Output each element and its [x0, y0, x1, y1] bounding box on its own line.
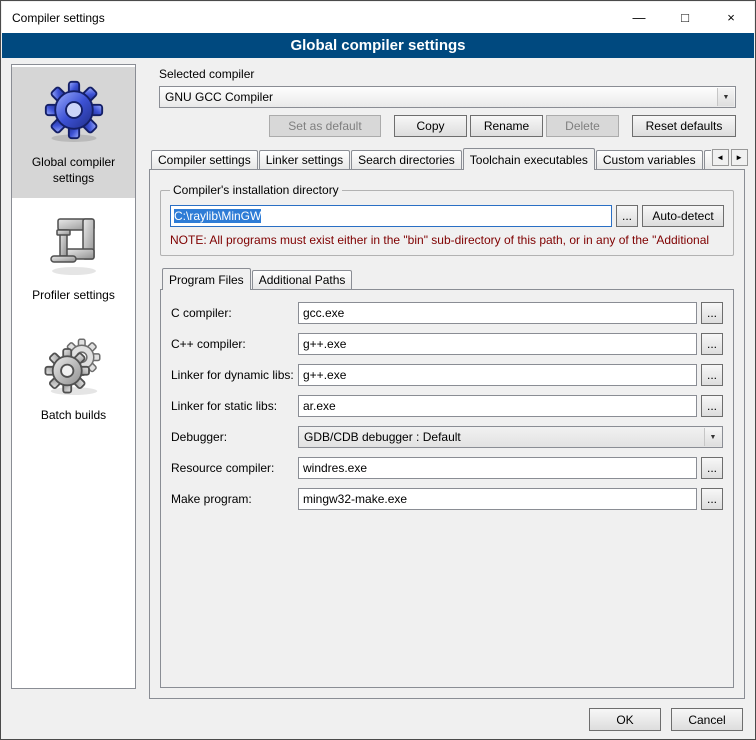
- selected-compiler-label: Selected compiler: [159, 67, 745, 81]
- selected-compiler-dropdown[interactable]: GNU GCC Compiler ▼: [159, 86, 736, 108]
- ok-button[interactable]: OK: [589, 708, 661, 731]
- rename-button[interactable]: Rename: [470, 115, 543, 137]
- tab-program-files[interactable]: Program Files: [162, 268, 251, 290]
- installation-directory-row: C:\raylib\MinGW ... Auto-detect: [170, 205, 724, 227]
- maximize-button[interactable]: □: [662, 2, 708, 33]
- browse-cpp-compiler-button[interactable]: ...: [701, 333, 723, 355]
- auto-detect-button[interactable]: Auto-detect: [642, 205, 724, 227]
- chevron-down-icon: ▼: [717, 88, 734, 106]
- compiler-settings-dialog: Compiler settings — □ × Global compiler …: [0, 0, 756, 740]
- tab-scroll-buttons: ◄ ►: [712, 149, 748, 166]
- sidebar-item-label: Batch builds: [41, 408, 106, 424]
- c-compiler-input[interactable]: [298, 302, 697, 324]
- make-program-label: Make program:: [171, 492, 298, 506]
- static-linker-input[interactable]: [298, 395, 697, 417]
- browse-resource-compiler-button[interactable]: ...: [701, 457, 723, 479]
- tab-compiler-settings[interactable]: Compiler settings: [151, 150, 258, 169]
- cpp-compiler-input[interactable]: [298, 333, 697, 355]
- caption-buttons: — □ ×: [616, 2, 754, 33]
- copy-button[interactable]: Copy: [394, 115, 467, 137]
- reset-defaults-button[interactable]: Reset defaults: [632, 115, 736, 137]
- banner-title: Global compiler settings: [290, 37, 465, 54]
- program-files-panel: C compiler: ... C++ compiler: ... Linker…: [160, 289, 734, 688]
- sidebar-item-label: Profiler settings: [32, 288, 115, 304]
- titlebar[interactable]: Compiler settings — □ ×: [2, 2, 754, 33]
- resource-compiler-row: Resource compiler: ...: [171, 457, 723, 479]
- selected-compiler-value: GNU GCC Compiler: [165, 90, 273, 104]
- programs-tabstrip: Program Files Additional Paths: [160, 269, 734, 290]
- debugger-dropdown[interactable]: GDB/CDB debugger : Default ▼: [298, 426, 723, 448]
- c-compiler-row: C compiler: ...: [171, 302, 723, 324]
- tab-build-options-clipped[interactable]: Buil: [704, 150, 711, 169]
- static-linker-label: Linker for static libs:: [171, 399, 298, 413]
- debugger-label: Debugger:: [171, 430, 298, 444]
- dialog-banner: Global compiler settings: [2, 33, 754, 58]
- debugger-value: GDB/CDB debugger : Default: [304, 430, 461, 444]
- tab-linker-settings[interactable]: Linker settings: [259, 150, 350, 169]
- set-as-default-button[interactable]: Set as default: [269, 115, 381, 137]
- dynamic-linker-label: Linker for dynamic libs:: [171, 368, 298, 382]
- toolchain-executables-page: Compiler's installation directory C:\ray…: [149, 169, 745, 699]
- window-title: Compiler settings: [2, 11, 105, 25]
- stacked-gears-icon: [43, 332, 105, 399]
- sidebar-item-profiler-settings[interactable]: Profiler settings: [12, 204, 135, 316]
- browse-installation-directory-button[interactable]: ...: [616, 205, 638, 227]
- tab-additional-paths[interactable]: Additional Paths: [252, 270, 353, 289]
- browse-make-program-button[interactable]: ...: [701, 488, 723, 510]
- browse-static-linker-button[interactable]: ...: [701, 395, 723, 417]
- cpp-compiler-label: C++ compiler:: [171, 337, 298, 351]
- installation-directory-group: Compiler's installation directory C:\ray…: [160, 190, 734, 256]
- installation-directory-value: C:\raylib\MinGW: [174, 209, 261, 223]
- delete-button[interactable]: Delete: [546, 115, 619, 137]
- make-program-input[interactable]: [298, 488, 697, 510]
- tab-search-directories[interactable]: Search directories: [351, 150, 462, 169]
- make-program-row: Make program: ...: [171, 488, 723, 510]
- cpp-compiler-row: C++ compiler: ...: [171, 333, 723, 355]
- main-panel: Selected compiler GNU GCC Compiler ▼ Set…: [149, 64, 745, 699]
- sidebar-item-batch-builds[interactable]: Batch builds: [12, 322, 135, 436]
- tab-custom-variables[interactable]: Custom variables: [596, 150, 703, 169]
- cancel-button[interactable]: Cancel: [671, 708, 743, 731]
- debugger-row: Debugger: GDB/CDB debugger : Default ▼: [171, 426, 723, 448]
- tab-scroll-right-icon[interactable]: ►: [731, 149, 748, 166]
- close-button[interactable]: ×: [708, 2, 754, 33]
- static-linker-row: Linker for static libs: ...: [171, 395, 723, 417]
- dialog-footer: OK Cancel: [589, 708, 743, 731]
- dynamic-linker-row: Linker for dynamic libs: ...: [171, 364, 723, 386]
- browse-c-compiler-button[interactable]: ...: [701, 302, 723, 324]
- browse-dynamic-linker-button[interactable]: ...: [701, 364, 723, 386]
- installation-note: NOTE: All programs must exist either in …: [170, 233, 724, 247]
- resource-compiler-label: Resource compiler:: [171, 461, 298, 475]
- c-compiler-label: C compiler:: [171, 306, 298, 320]
- sidebar-item-global-compiler-settings[interactable]: Global compiler settings: [12, 67, 135, 198]
- tab-toolchain-executables[interactable]: Toolchain executables: [463, 148, 595, 170]
- chevron-down-icon: ▼: [704, 428, 721, 446]
- settings-category-list: Global compiler settings Profiler settin…: [11, 64, 136, 689]
- resource-compiler-input[interactable]: [298, 457, 697, 479]
- tab-scroll-left-icon[interactable]: ◄: [712, 149, 729, 166]
- compiler-actions: Set as default Copy Rename Delete Reset …: [159, 115, 736, 137]
- settings-tabstrip: Compiler settings Linker settings Search…: [149, 148, 745, 170]
- clamp-icon: [46, 214, 102, 279]
- blue-gear-icon: [43, 77, 105, 146]
- installation-directory-input[interactable]: C:\raylib\MinGW: [170, 205, 612, 227]
- installation-directory-label: Compiler's installation directory: [170, 183, 342, 197]
- dynamic-linker-input[interactable]: [298, 364, 697, 386]
- sidebar-item-label: Global compiler settings: [15, 155, 132, 186]
- maximize-icon: □: [681, 10, 689, 25]
- minimize-button[interactable]: —: [616, 2, 662, 33]
- close-icon: ×: [727, 10, 735, 25]
- minimize-icon: —: [633, 10, 646, 25]
